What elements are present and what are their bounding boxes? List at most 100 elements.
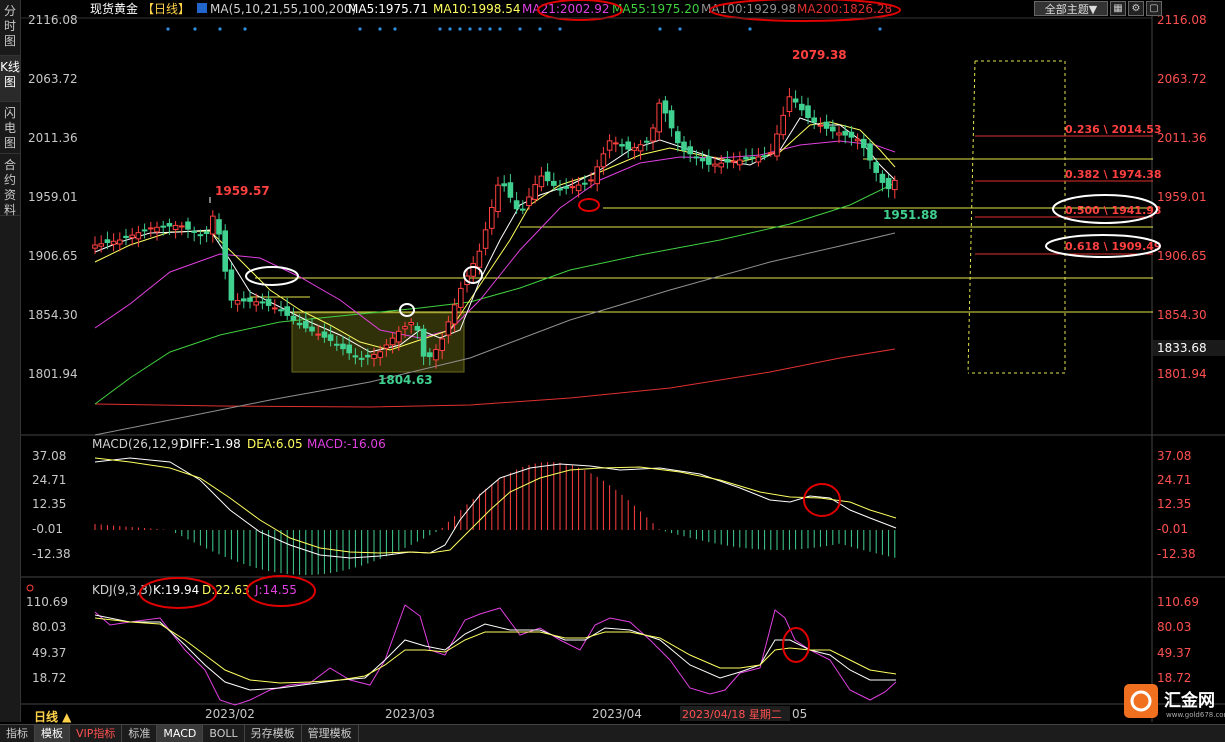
candle-body [513,200,520,210]
candle-body [644,140,650,143]
candle-body [656,102,663,133]
theme-select[interactable]: 全部主题▼ [1034,1,1108,16]
annotation-low: 1804.63 [378,373,433,387]
kdj-tick: 18.72 [32,671,66,685]
price-tick: 1959.01 [28,190,78,204]
current-price: 1833.68 [1157,341,1207,355]
signal-dot [558,27,562,31]
candle-body [191,230,197,233]
candle-body [197,234,204,237]
candle-body [662,100,669,114]
candle-body [544,171,551,182]
grid-icon[interactable]: ▦ [1110,1,1126,16]
candle-body [185,221,191,230]
signal-dot [518,27,522,31]
tab-manage-templates[interactable]: 管理模板 [302,725,359,742]
signal-dot [193,27,197,31]
candle-body [234,300,241,305]
macd-tick: -0.01 [1157,522,1188,536]
candle-body [439,338,445,351]
tab-macd[interactable]: MACD [157,725,204,742]
candle-body [668,110,675,129]
candle-body [594,166,601,185]
candle-body [303,320,309,329]
candle-body [786,96,793,112]
candle-body [172,224,179,231]
candle-body [848,131,855,138]
candle-body [154,226,160,233]
kdj-axis-right: 110.69 80.03 49.37 18.72 [1157,595,1199,685]
tab-timeshare[interactable]: 分时图 [0,0,20,56]
kdj-settings-icon[interactable] [26,584,34,592]
price-tick: 1854.30 [1157,308,1207,322]
chart-area[interactable]: 现货黄金 【日线】 MA(5,10,21,55,100,200) MA5:197… [20,0,1225,722]
ma-config-icon[interactable] [197,3,207,13]
macd-tick: 12.35 [1157,497,1191,511]
signal-dot [378,27,382,31]
ma55-value: MA55:1975.20 [612,2,700,16]
candle-body [532,184,539,200]
candle-body [458,287,464,308]
price-tick: 2011.36 [28,131,78,145]
candle-body [389,337,396,346]
candle-body [284,306,290,316]
period-selector[interactable]: 日线 ▲ [34,708,71,725]
tab-boll[interactable]: BOLL [203,725,245,742]
candle-body [854,138,861,142]
candle-body [340,343,346,350]
tab-contract-info[interactable]: 合约资料 [0,154,20,217]
candle-body [885,177,892,190]
ma5-value: MA5:1975.71 [348,2,428,16]
signal-dot [358,27,362,31]
candle-body [613,142,619,145]
candle-body [805,105,811,118]
candle-body [879,173,886,183]
candle-body [681,141,687,151]
crosshair-date: 2023/04/18 星期二 [682,708,782,721]
logo-name: 汇金网 [1164,690,1215,711]
kdj-axis-left: 110.69 80.03 49.37 18.72 [26,595,68,685]
candle-body [761,155,768,158]
price-tick: 1906.65 [28,249,78,263]
settings-icon[interactable]: ⚙ [1128,1,1144,16]
signal-dot [488,27,492,31]
kdj-tick: 110.69 [26,595,68,609]
candle-body [861,138,867,149]
macd-axis-right: 37.08 24.71 12.35 -0.01 -12.38 [1157,449,1196,561]
tab-save-template[interactable]: 另存模板 [245,725,302,742]
tab-templates[interactable]: 模板 [35,725,70,742]
tab-vip-indicators[interactable]: VIP指标 [70,725,123,742]
price-tick: 2011.36 [1157,131,1207,145]
candle-body [619,144,625,147]
candle-body [451,304,458,325]
bottom-tab-bar: 指标 模板 VIP指标 标准 MACD BOLL 另存模板 管理模板 [0,724,1225,742]
candle-body [166,223,173,227]
tab-kline[interactable]: K线图 [0,56,20,102]
candle-body [650,127,656,142]
price-tick: 1854.30 [28,308,78,322]
window-icon[interactable]: ▢ [1146,1,1162,16]
candle-body [507,182,514,198]
candle-body [799,103,805,111]
candle-body [352,355,359,358]
candle-body [867,143,873,161]
chart-svg[interactable]: 现货黄金 【日线】 MA(5,10,21,55,100,200) MA5:197… [20,0,1225,722]
candle-body [222,230,228,272]
tab-flash[interactable]: 闪电图 [0,102,20,154]
price-tick: 2063.72 [28,72,78,86]
tab-standard[interactable]: 标准 [122,725,158,742]
macd-dea-line [94,457,897,554]
macd-diff-line [94,457,897,559]
candle-body [823,121,830,129]
candle-body [792,98,799,103]
tab-indicators[interactable]: 指标 [0,725,35,742]
candle-body [501,183,507,187]
candle-body [334,343,340,346]
candle-body [817,124,824,127]
candle-body [427,352,433,358]
logo-mark [1124,684,1158,718]
kdj-tick: 80.03 [1157,620,1191,634]
candle-body [265,298,272,306]
candle-body [402,326,408,330]
fib-label: 0.382 \ 1974.38 [1065,168,1162,181]
